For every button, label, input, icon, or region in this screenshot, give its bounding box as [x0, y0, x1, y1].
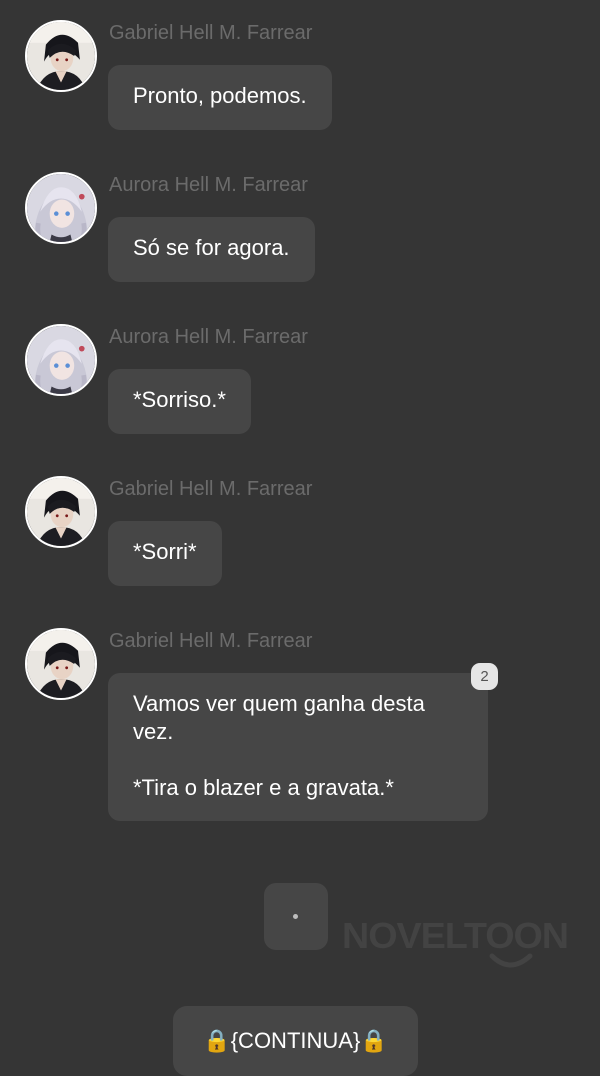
aurora-avatar-icon [27, 326, 95, 394]
message-bubble[interactable]: *Sorri* [108, 521, 222, 586]
watermark-text: NOVELTOON [342, 915, 568, 956]
avatar[interactable] [25, 628, 97, 700]
gabriel-avatar-icon [27, 22, 95, 90]
continue-button[interactable]: 🔒{CONTINUA}🔒 [173, 1006, 418, 1076]
message-bubble[interactable]: Vamos ver quem ganha desta vez. *Tira o … [108, 673, 488, 821]
message-bubble[interactable]: Pronto, podemos. [108, 65, 332, 130]
reply-count-badge[interactable]: 2 [471, 663, 498, 690]
sender-name: Aurora Hell M. Farrear [109, 326, 308, 348]
gabriel-avatar-icon [27, 478, 95, 546]
avatar[interactable] [25, 172, 97, 244]
sender-name: Gabriel Hell M. Farrear [109, 22, 313, 44]
sender-name: Gabriel Hell M. Farrear [109, 630, 313, 652]
sender-name: Aurora Hell M. Farrear [109, 174, 308, 196]
sender-name: Gabriel Hell M. Farrear [109, 478, 313, 500]
avatar[interactable] [25, 476, 97, 548]
message-bubble[interactable]: *Sorriso.* [108, 369, 251, 434]
aurora-avatar-icon [27, 174, 95, 242]
avatar[interactable] [25, 20, 97, 92]
noveltoon-watermark: NOVELTOON [342, 915, 569, 968]
gabriel-avatar-icon [27, 630, 95, 698]
message-bubble[interactable]: Só se for agora. [108, 217, 315, 282]
typing-dot-icon [293, 914, 298, 919]
avatar[interactable] [25, 324, 97, 396]
